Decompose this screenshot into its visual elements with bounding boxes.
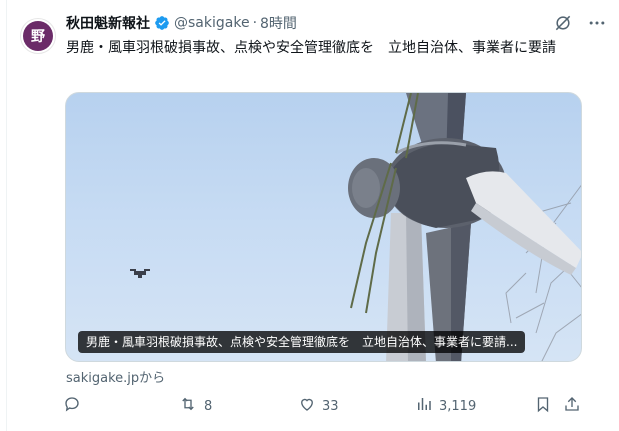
tweet-text: 男鹿・風車羽根破損事故、点検や安全管理徹底を 立地自治体、事業者に要請 [66,40,556,56]
action-bar: 8 33 3,119 [63,395,583,417]
tweet-header: 秋田魁新報社 @sakigake · 8時間 [66,13,607,33]
bookmark-button[interactable] [534,395,552,417]
link-source[interactable]: sakigake.jpから [66,367,165,386]
avatar-logo: 野 [23,21,53,51]
like-button[interactable]: 33 [298,395,339,417]
link-card-caption: 男鹿・風車羽根破損事故、点検や安全管理徹底を 立地自治体、事業者に要請... [78,331,526,353]
verified-badge-icon [154,15,170,31]
header-actions [553,13,607,37]
views-button[interactable]: 3,119 [415,395,476,417]
reply-button[interactable] [63,395,81,417]
tweet[interactable]: 野 秋田魁新報社 @sakigake · 8時間 男鹿・風車羽根破損事故、点検や… [0,0,619,431]
repost-icon [178,395,198,417]
like-count: 33 [322,398,339,414]
display-name[interactable]: 秋田魁新報社 [66,13,150,33]
timeline-divider [6,0,7,431]
heart-icon [298,395,316,417]
grok-icon[interactable] [553,13,573,37]
repost-count: 8 [204,398,213,414]
avatar[interactable]: 野 [20,18,56,54]
views-count: 3,119 [439,398,477,414]
timestamp[interactable]: 8時間 [260,13,297,33]
share-icon [563,395,581,417]
repost-button[interactable]: 8 [178,395,212,417]
more-options-icon[interactable] [587,13,607,37]
bookmark-icon [534,395,552,417]
separator-dot: · [252,15,258,31]
wind-turbine-photo [130,93,581,361]
views-icon [415,395,433,417]
handle[interactable]: @sakigake [174,15,250,31]
reply-icon [63,395,81,417]
share-button[interactable] [563,395,581,417]
link-card-image[interactable]: 男鹿・風車羽根破損事故、点検や安全管理徹底を 立地自治体、事業者に要請... [65,92,582,362]
